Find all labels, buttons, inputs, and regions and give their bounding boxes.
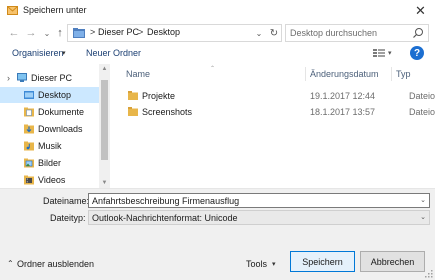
chevron-down-icon[interactable]: ⌄ [420, 196, 426, 204]
breadcrumb-separator: > [138, 27, 144, 37]
sidebar-item-documents[interactable]: Dokumente [0, 104, 99, 120]
view-options-icon[interactable] [372, 47, 386, 59]
music-icon [24, 141, 34, 151]
scroll-down-icon[interactable]: ▼ [99, 180, 110, 186]
recent-locations-button[interactable]: ⌄ [40, 25, 54, 41]
documents-icon [24, 107, 34, 117]
downloads-icon [24, 124, 34, 134]
file-date: 19.1.2017 12:44 [310, 91, 376, 101]
column-header-name[interactable]: Name [126, 69, 150, 79]
view-chevron-icon[interactable]: ▾ [388, 49, 392, 57]
help-button[interactable]: ? [410, 46, 424, 60]
desktop-folder-icon [24, 91, 34, 99]
file-type: Dateiordner [409, 107, 435, 117]
new-folder-button[interactable]: Neuer Ordner [86, 48, 141, 58]
search-input[interactable] [290, 26, 408, 40]
sidebar-item-desktop[interactable]: Desktop [0, 87, 99, 103]
column-header-date[interactable]: Änderungsdatum [310, 69, 379, 79]
title-bar: Speichern unter ✕ [0, 0, 435, 22]
sidebar-item-downloads[interactable]: Downloads [0, 121, 99, 137]
sidebar-item-pictures[interactable]: Bilder [0, 155, 99, 171]
search-box[interactable] [285, 24, 429, 42]
videos-icon [24, 175, 34, 185]
column-header-type[interactable]: Typ [396, 69, 411, 79]
sidebar-item-videos[interactable]: Videos [0, 172, 99, 188]
cancel-button[interactable]: Abbrechen [360, 251, 425, 272]
close-icon: ✕ [415, 3, 426, 18]
pictures-icon [24, 158, 34, 168]
expand-chevron-icon[interactable]: › [7, 73, 10, 83]
outlook-app-icon [7, 6, 18, 15]
forward-arrow-icon: → [25, 27, 37, 39]
chevron-down-icon: ▾ [62, 50, 66, 57]
hide-folders-button[interactable]: Ordner ausblenden [17, 259, 94, 269]
close-button[interactable]: ✕ [406, 0, 435, 22]
chevron-down-icon[interactable]: ⌄ [420, 213, 426, 221]
table-row[interactable]: Projekte 19.1.2017 12:44 Dateiordner [124, 88, 435, 104]
organize-button[interactable]: Organisieren [12, 48, 64, 58]
sidebar-item-label: Bilder [38, 158, 62, 168]
breadcrumb-this-pc[interactable]: Dieser PC [98, 27, 139, 37]
filetype-value: Outlook-Nachrichtenformat: Unicode [92, 213, 238, 223]
chevron-down-icon[interactable]: ▾ [272, 260, 276, 268]
sidebar-item-this-pc[interactable]: › Dieser PC [0, 70, 99, 86]
sidebar-item-music[interactable]: Musik [0, 138, 99, 154]
file-date: 18.1.2017 13:57 [310, 107, 376, 117]
breadcrumb-desktop[interactable]: Desktop [147, 27, 180, 37]
sort-ascending-icon: ⌃ [210, 66, 216, 72]
file-list: ⌃ Name Änderungsdatum Typ Projekte 19.1.… [112, 64, 435, 188]
sidebar-item-label: Musik [38, 141, 62, 151]
breadcrumb-separator: > [90, 27, 96, 37]
column-divider[interactable] [391, 67, 392, 81]
navigation-bar: ← → ⌄ ↑ > Dieser PC > Desktop ⌄ ↻ [0, 22, 435, 44]
sidebar-scrollbar[interactable]: ▲ ▼ [99, 64, 110, 188]
navigation-pane: › Dieser PC Desktop Dokumente Downloads [0, 64, 110, 188]
scroll-up-icon[interactable]: ▲ [99, 66, 110, 72]
computer-icon [17, 73, 27, 82]
file-name: Projekte [142, 91, 176, 101]
save-button[interactable]: Speichern [290, 251, 355, 272]
window-title: Speichern unter [23, 5, 87, 15]
resize-grip-icon[interactable] [425, 270, 433, 278]
folder-icon [128, 91, 138, 100]
search-icon[interactable] [412, 27, 424, 39]
up-arrow-icon: ↑ [57, 27, 63, 39]
sidebar-item-label: Desktop [38, 90, 72, 100]
sidebar-item-label: Dieser PC [31, 73, 73, 83]
chevron-up-icon[interactable]: ⌃ [7, 259, 14, 268]
filename-combobox[interactable]: ⌄ [88, 193, 430, 208]
tools-button[interactable]: Tools [246, 259, 267, 269]
column-divider[interactable] [305, 67, 306, 81]
sidebar-item-label: Downloads [38, 124, 83, 134]
filename-label: Dateiname: [43, 196, 90, 206]
scrollbar-thumb[interactable] [101, 80, 108, 160]
back-arrow-icon: ← [8, 27, 20, 39]
file-name: Screenshots [142, 107, 193, 117]
sidebar-item-label: Dokumente [38, 107, 85, 117]
back-button[interactable]: ← [7, 25, 21, 41]
filetype-label: Dateityp: [50, 213, 86, 223]
folder-icon [73, 28, 85, 38]
chevron-down-icon: ⌄ [255, 28, 263, 38]
filename-input[interactable] [92, 195, 412, 207]
sidebar-item-label: Videos [38, 175, 66, 185]
dialog-footer: ⌃ Ordner ausblenden Tools ▾ Speichern Ab… [0, 226, 435, 280]
chevron-down-icon: ⌄ [43, 28, 51, 38]
folder-icon [128, 107, 138, 116]
refresh-icon: ↻ [269, 27, 279, 39]
command-toolbar: Organisieren ▾ Neuer Ordner ▾ ? [0, 44, 435, 64]
address-bar[interactable]: > Dieser PC > Desktop ⌄ ↻ [67, 24, 282, 42]
address-dropdown-button[interactable]: ⌄ [253, 25, 265, 41]
filetype-select[interactable]: Outlook-Nachrichtenformat: Unicode ⌄ [88, 210, 430, 225]
table-row[interactable]: Screenshots 18.1.2017 13:57 Dateiordner [124, 104, 435, 120]
refresh-button[interactable]: ↻ [266, 25, 282, 41]
file-type: Dateiordner [409, 91, 435, 101]
help-icon: ? [413, 47, 421, 59]
save-form: Dateiname: ⌄ Dateityp: Outlook-Nachricht… [0, 188, 435, 226]
forward-button[interactable]: → [24, 25, 38, 41]
up-button[interactable]: ↑ [53, 25, 67, 41]
